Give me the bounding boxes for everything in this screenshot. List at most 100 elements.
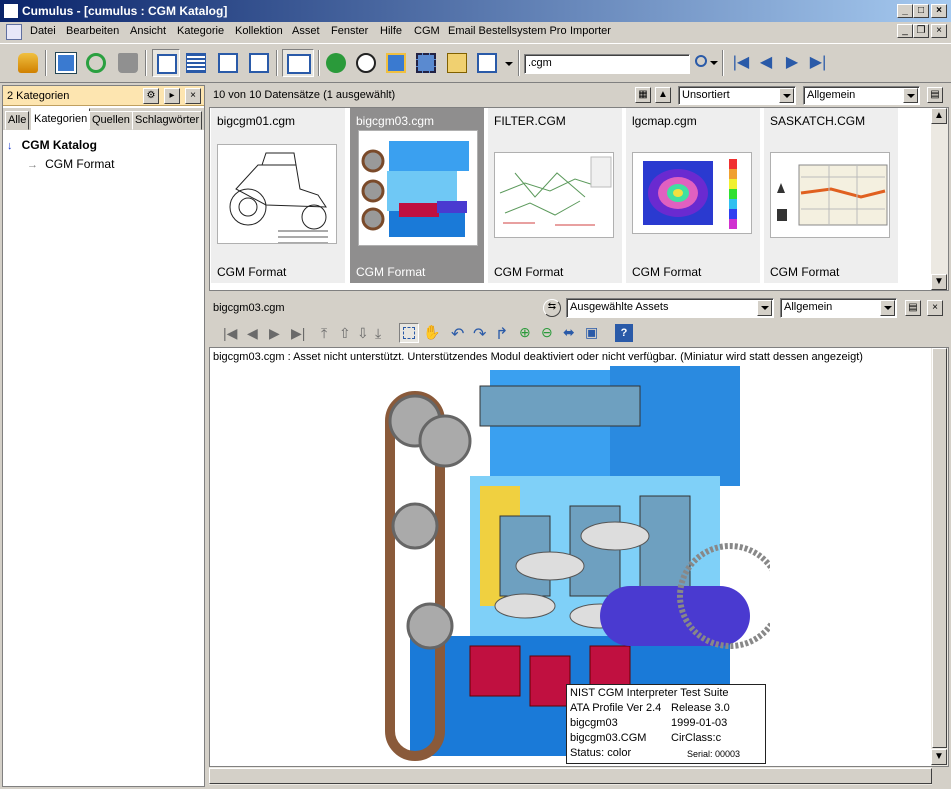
menu-kategorie[interactable]: Kategorie [177,25,224,37]
scroll-up-button[interactable]: ▲ [931,108,947,124]
preview-horizontal-scrollbar[interactable] [209,767,932,785]
help-button[interactable]: ? [615,324,633,342]
film-icon [416,53,436,73]
menu-importer[interactable]: Importer [570,25,611,37]
category-expand-button[interactable]: ▸ [164,88,180,104]
mdi-minimize-button[interactable]: _ [897,24,913,38]
previous-page-button[interactable]: ◀ [247,325,258,342]
zoom-in-button[interactable]: ⊕ [519,324,531,341]
preview-vertical-scrollbar[interactable]: ▼ [931,348,948,766]
menu-bearbeiten[interactable]: Bearbeiten [66,25,119,37]
panel-layout-button[interactable]: ▤ [927,87,943,103]
thumbnail-card[interactable]: bigcgm01.cgm CGM Format [211,108,345,283]
add-asset-button[interactable] [52,49,80,77]
sync-button[interactable]: ⇆ [543,299,561,317]
thumbnail-card-selected[interactable]: bigcgm03.cgm CGM Format [350,108,484,283]
info-view-button[interactable] [214,49,242,77]
split-view-button[interactable] [282,49,314,77]
scroll-thumb[interactable] [209,768,932,784]
rotate-left-button[interactable]: ↶ [451,324,464,344]
mdi-close-button[interactable]: × [931,24,947,38]
asset-thumbnail [494,152,614,238]
preview-close-button[interactable]: × [927,300,943,316]
view-select[interactable]: Allgemein [803,86,920,105]
menu-cgm[interactable]: CGM [414,25,440,37]
list-view-button[interactable] [182,49,210,77]
mdi-restore-button[interactable]: ❐ [913,24,929,38]
fit-page-button[interactable]: ▣ [585,324,598,341]
preview-view-select[interactable]: Allgemein [780,298,897,318]
find-dropdown-arrow[interactable] [505,62,513,66]
top-button[interactable]: ⤒ [321,325,327,342]
next-record-button[interactable]: ▶ [778,49,806,77]
last-page-button[interactable]: ▶| [291,325,305,342]
preview-layout-button[interactable]: ▤ [905,300,921,316]
arrow-right-icon: → [27,159,38,171]
view-asset-button[interactable] [352,49,380,77]
menu-email-bestellsystem[interactable]: Email Bestellsystem Pro [448,25,567,37]
up-button[interactable]: ⇧ [339,325,351,342]
tab-quellen[interactable]: Quellen [89,111,133,130]
thumbnail-card[interactable]: SASKATCH.CGM CGM Format [764,108,898,283]
previous-record-button[interactable]: ◀ [752,49,780,77]
scroll-down-button[interactable]: ▼ [931,274,947,290]
assets-select[interactable]: Ausgewählte Assets [566,298,774,318]
last-record-button[interactable]: ▶| [804,49,832,77]
slideshow-button[interactable] [382,49,410,77]
close-button[interactable]: × [931,4,947,18]
tab-schlagwoerter[interactable]: Schlagwörter [132,111,203,130]
bottom-button[interactable]: ⤓ [375,325,381,342]
first-record-button[interactable]: |◀ [727,49,755,77]
menu-hilfe[interactable]: Hilfe [380,25,402,37]
menu-ansicht[interactable]: Ansicht [130,25,166,37]
first-page-button[interactable]: |◀ [223,325,237,342]
thumbnail-card[interactable]: FILTER.CGM CGM Format [488,108,622,283]
menu-kollektion[interactable]: Kollektion [235,25,283,37]
category-close-button[interactable]: × [185,88,201,104]
sort-direction-button[interactable]: ▲ [655,87,671,103]
refresh-button[interactable] [82,49,110,77]
info-button[interactable] [322,49,350,77]
rotate-right-button[interactable]: ↷ [473,324,486,344]
catalog-button[interactable] [14,49,42,77]
thumbnail-scrollbar[interactable]: ▲ ▼ [931,108,948,290]
fit-width-button[interactable]: ⬌ [563,324,575,341]
email-button[interactable] [443,49,471,77]
search-button[interactable] [692,49,718,77]
scroll-thumb[interactable] [932,348,947,748]
sort-select[interactable]: Unsortiert [678,86,796,105]
film-button[interactable] [412,49,440,77]
redo-button[interactable]: ↱ [495,324,508,344]
sort-options-button[interactable]: ▦ [635,87,651,103]
delete-button[interactable] [114,49,142,77]
tree-item-cgm-format[interactable]: → CGM Format [27,157,114,171]
menu-datei[interactable]: Datei [30,25,56,37]
preview-bar: bigcgm03.cgm ⇆ Ausgewählte Assets Allgem… [209,297,949,319]
down-button[interactable]: ⇩ [357,325,369,342]
scroll-down-button[interactable]: ▼ [931,749,947,765]
tab-kategorien[interactable]: Kategorien [31,108,91,130]
tree-item-cgm-katalog[interactable]: ↓ CGM Katalog [7,138,97,152]
search-input[interactable]: .cgm [524,54,690,74]
document-icon[interactable] [6,24,22,40]
maximize-button[interactable]: □ [913,4,929,18]
title-bar[interactable]: Cumulus - [cumulus : CGM Katalog] _ □ × [0,0,951,22]
select-tool-button[interactable] [399,323,419,343]
category-options-button[interactable]: ⚙ [143,88,159,104]
next-page-button[interactable]: ▶ [269,325,280,342]
hand-tool-button[interactable]: ✋ [423,324,440,341]
menu-asset[interactable]: Asset [292,25,320,37]
thumbnail-view-button[interactable] [152,49,180,77]
search-icon [695,55,707,67]
tab-alle[interactable]: Alle [5,111,30,130]
preview-filename: bigcgm03.cgm [213,302,285,314]
minimize-button[interactable]: _ [897,4,913,18]
zoom-out-button[interactable]: ⊖ [541,324,553,341]
find-button[interactable] [473,49,501,77]
category-tabs: Alle Kategorien Quellen Schlagwörter [3,108,204,130]
thumbnail-card[interactable]: lgcmap.cgm CGM Format [626,108,760,283]
preview-view-button[interactable] [245,49,273,77]
search-dropdown-arrow[interactable] [710,61,718,65]
category-count: 2 Kategorien [7,90,70,102]
menu-fenster[interactable]: Fenster [331,25,368,37]
